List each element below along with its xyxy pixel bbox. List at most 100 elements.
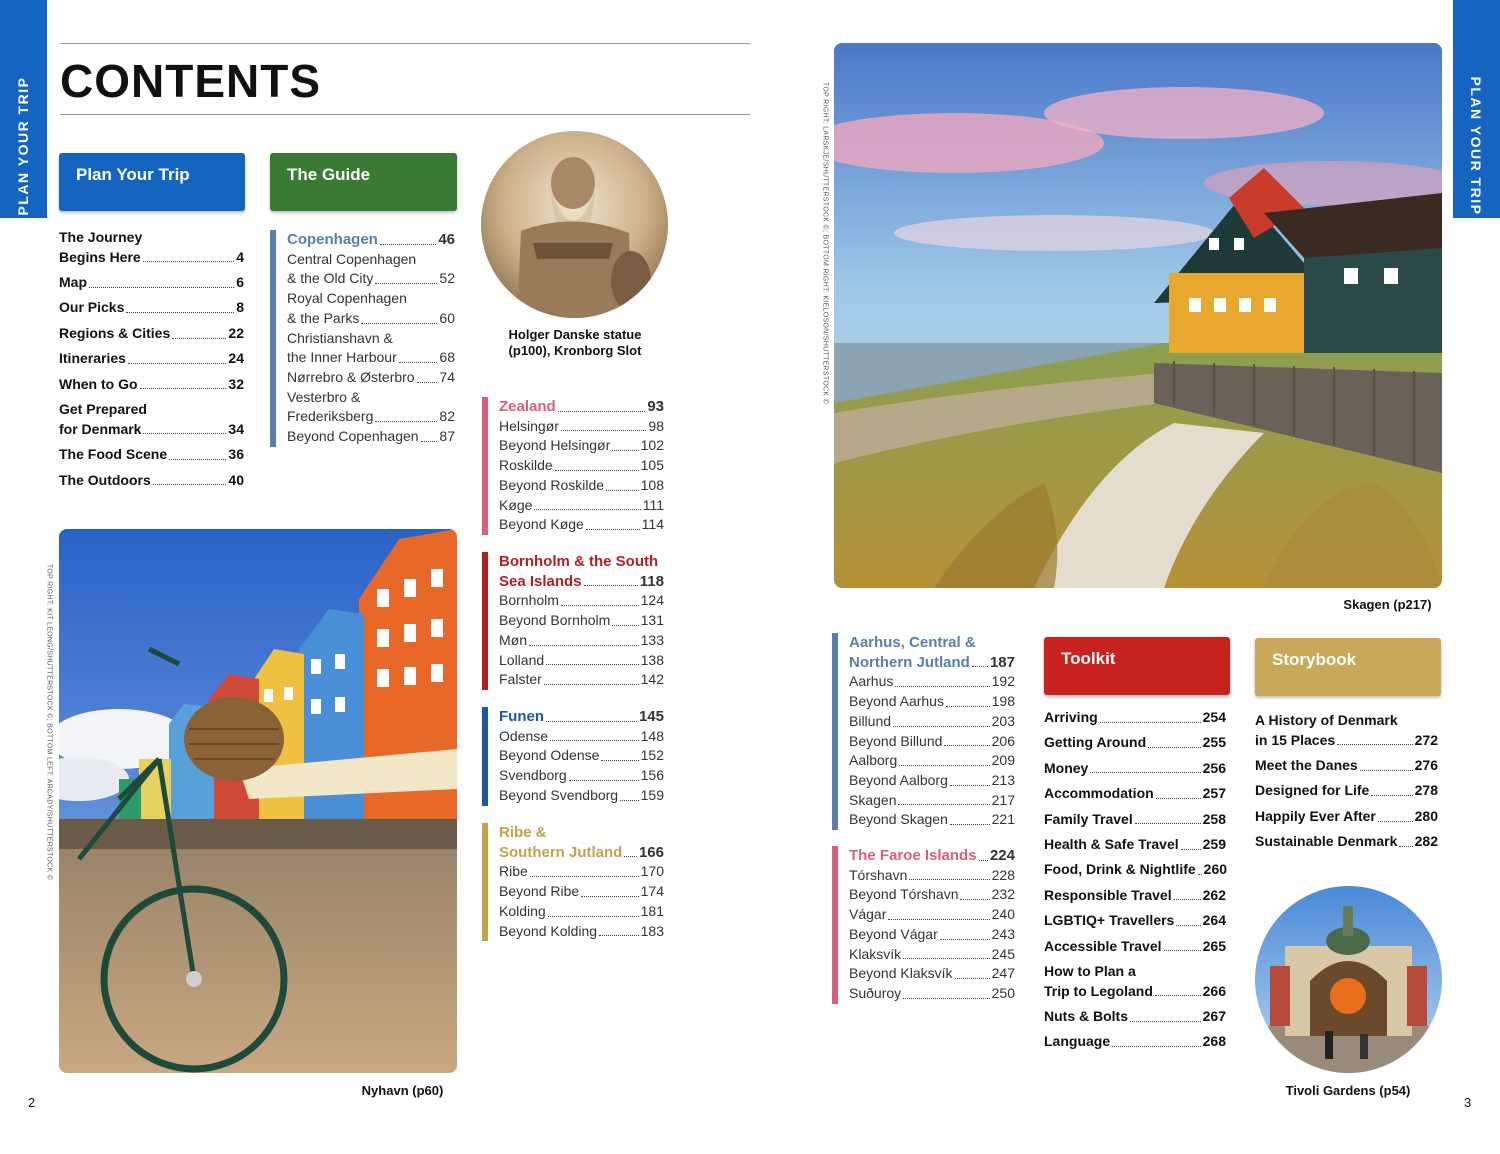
- toc-entry-label-line1: How to Plan a: [1044, 962, 1136, 979]
- toc-entry[interactable]: Accommodation 257: [1044, 784, 1226, 804]
- toc-entry[interactable]: Suðuroy 250: [849, 984, 1015, 1004]
- toc-entry[interactable]: Beyond Vágar 243: [849, 925, 1015, 945]
- toc-entry[interactable]: Møn 133: [499, 631, 664, 651]
- toc-entry[interactable]: Language 268: [1044, 1032, 1226, 1052]
- toc-entry[interactable]: Get Prepared for Denmark 34: [59, 400, 244, 439]
- toc-row: LGBTIQ+ Travellers 264: [1044, 911, 1226, 931]
- toc-entry[interactable]: Food, Drink & Nightlife 260: [1044, 860, 1227, 880]
- toc-entry[interactable]: LGBTIQ+ Travellers 264: [1044, 911, 1226, 931]
- toc-entry[interactable]: Kolding 181: [499, 902, 664, 922]
- bornholm-heading[interactable]: Bornholm & the South Sea Islands 118: [499, 552, 664, 591]
- toc-entry-label: The Food Scene: [59, 446, 168, 463]
- toc-entry[interactable]: Vesterbro & Frederiksberg 82: [287, 388, 455, 427]
- toc-entry[interactable]: Beyond Helsingør 102: [499, 436, 664, 456]
- aarhus-heading[interactable]: Aarhus, Central & Northern Jutland 187: [849, 633, 1015, 672]
- toc-entry[interactable]: Beyond Klaksvík 247: [849, 964, 1015, 984]
- toc-entry-label-line1: Vesterbro &: [287, 388, 361, 405]
- toc-entry[interactable]: Beyond Bornholm 131: [499, 611, 664, 631]
- toc-entry[interactable]: Royal Copenhagen & the Parks 60: [287, 289, 455, 328]
- toc-entry[interactable]: Accessible Travel 265: [1044, 937, 1226, 957]
- toc-row: Aarhus 192: [849, 672, 1015, 692]
- toc-entry[interactable]: Responsible Travel 262: [1044, 886, 1226, 906]
- toc-entry[interactable]: Skagen 217: [849, 791, 1015, 811]
- toc-entry[interactable]: Billund 203: [849, 712, 1015, 732]
- toc-entry[interactable]: Designed for Life 278: [1255, 781, 1438, 801]
- toc-entry-label: Tórshavn: [849, 866, 908, 883]
- funen-heading[interactable]: Funen 145: [499, 707, 664, 727]
- toc-entry[interactable]: Beyond Tórshavn 232: [849, 885, 1015, 905]
- toc-row: Billund 203: [849, 712, 1015, 732]
- toc-entry[interactable]: Central Copenhagen & the Old City 52: [287, 250, 455, 289]
- toc-entry[interactable]: Beyond Kolding 183: [499, 922, 664, 942]
- toc-row: Tórshavn 228: [849, 866, 1015, 886]
- toc-entry[interactable]: Beyond Aalborg 213: [849, 771, 1015, 791]
- copenhagen-heading[interactable]: Copenhagen 46: [287, 230, 455, 250]
- leader-dots: [534, 509, 641, 511]
- toc-entry[interactable]: Beyond Køge 114: [499, 515, 664, 535]
- leader-dots: [949, 824, 990, 826]
- toc-entry[interactable]: Christianshavn & the Inner Harbour 68: [287, 329, 455, 368]
- toc-entry[interactable]: Health & Safe Travel 259: [1044, 835, 1226, 855]
- toc-entry[interactable]: The Food Scene 36: [59, 445, 244, 465]
- faroe-section: The Faroe Islands 224 Tórshavn 228 Beyond Tó…: [832, 846, 1015, 1004]
- toc-entry[interactable]: Regions & Cities 22: [59, 324, 244, 344]
- toc-row: Our Picks 8: [59, 298, 244, 318]
- toc-entry[interactable]: Money 256: [1044, 759, 1226, 779]
- toc-entry[interactable]: Beyond Svendborg 159: [499, 786, 664, 806]
- toc-entry[interactable]: When to Go 32: [59, 375, 244, 395]
- toc-entry-page: 240: [991, 906, 1015, 923]
- toc-entry[interactable]: Beyond Copenhagen 87: [287, 427, 455, 447]
- toc-entry[interactable]: Helsingør 98: [499, 417, 664, 437]
- toc-entry[interactable]: Itineraries 24: [59, 349, 244, 369]
- toc-entry[interactable]: Nørrebro & Østerbro 74: [287, 368, 455, 388]
- the-guide-header-label: The Guide: [287, 165, 371, 184]
- toc-entry[interactable]: Aalborg 209: [849, 751, 1015, 771]
- toc-entry-page: 105: [640, 457, 664, 474]
- toc-entry[interactable]: Beyond Aarhus 198: [849, 692, 1015, 712]
- toc-entry-page: 259: [1202, 835, 1226, 852]
- toc-entry[interactable]: Aarhus 192: [849, 672, 1015, 692]
- zealand-section: Zealand 93 Helsingør 98 Beyond Helsingør 102 R…: [482, 397, 664, 535]
- toc-entry-page: 266: [1202, 982, 1226, 999]
- toc-entry[interactable]: Svendborg 156: [499, 766, 664, 786]
- toc-entry[interactable]: How to Plan a Trip to Legoland 266: [1044, 962, 1226, 1001]
- toc-entry[interactable]: Beyond Skagen 221: [849, 810, 1015, 830]
- toc-entry[interactable]: Nuts & Bolts 267: [1044, 1007, 1226, 1027]
- toc-entry[interactable]: Our Picks 8: [59, 298, 244, 318]
- toc-row: Svendborg 156: [499, 766, 664, 786]
- toc-entry-page: 232: [991, 886, 1015, 903]
- toc-entry[interactable]: Getting Around 255: [1044, 733, 1226, 753]
- toc-entry[interactable]: Bornholm 124: [499, 591, 664, 611]
- toc-entry[interactable]: Meet the Danes 276: [1255, 756, 1438, 776]
- ribe-heading[interactable]: Ribe & Southern Jutland 166: [499, 823, 664, 862]
- toc-row: Accessible Travel 265: [1044, 937, 1226, 957]
- toc-entry[interactable]: Ribe 170: [499, 862, 664, 882]
- toc-entry[interactable]: Map 6: [59, 273, 244, 293]
- zealand-heading[interactable]: Zealand 93: [499, 397, 664, 417]
- toc-entry[interactable]: The Outdoors 40: [59, 471, 244, 491]
- toc-entry[interactable]: Beyond Ribe 174: [499, 882, 664, 902]
- toc-entry[interactable]: Køge 111: [499, 496, 664, 516]
- plan-your-trip-header-label: Plan Your Trip: [76, 165, 190, 184]
- toc-entry[interactable]: The Journey Begins Here 4: [59, 228, 244, 267]
- toc-entry[interactable]: Roskilde 105: [499, 456, 664, 476]
- toc-entry[interactable]: Odense 148: [499, 727, 664, 747]
- toc-entry[interactable]: Beyond Odense 152: [499, 746, 664, 766]
- toc-entry[interactable]: Happily Ever After 280: [1255, 807, 1438, 827]
- toc-entry[interactable]: Klaksvík 245: [849, 945, 1015, 965]
- toc-entry[interactable]: Tórshavn 228: [849, 866, 1015, 886]
- toc-entry[interactable]: Family Travel 258: [1044, 810, 1226, 830]
- toc-row: Vágar 240: [849, 905, 1015, 925]
- toc-entry[interactable]: Falster 142: [499, 670, 664, 690]
- leader-dots: [1134, 823, 1201, 825]
- toc-entry[interactable]: Lolland 138: [499, 651, 664, 671]
- toc-entry[interactable]: Beyond Billund 206: [849, 732, 1015, 752]
- toc-entry[interactable]: Beyond Roskilde 108: [499, 476, 664, 496]
- toc-entry-page: 32: [228, 375, 244, 392]
- faroe-heading[interactable]: The Faroe Islands 224: [849, 846, 1015, 866]
- toc-entry-page: 152: [640, 747, 664, 764]
- toc-entry[interactable]: A History of Denmark in 15 Places 272: [1255, 711, 1438, 750]
- toc-entry[interactable]: Arriving 254: [1044, 708, 1226, 728]
- toc-entry[interactable]: Vágar 240: [849, 905, 1015, 925]
- toc-entry[interactable]: Sustainable Denmark 282: [1255, 832, 1438, 852]
